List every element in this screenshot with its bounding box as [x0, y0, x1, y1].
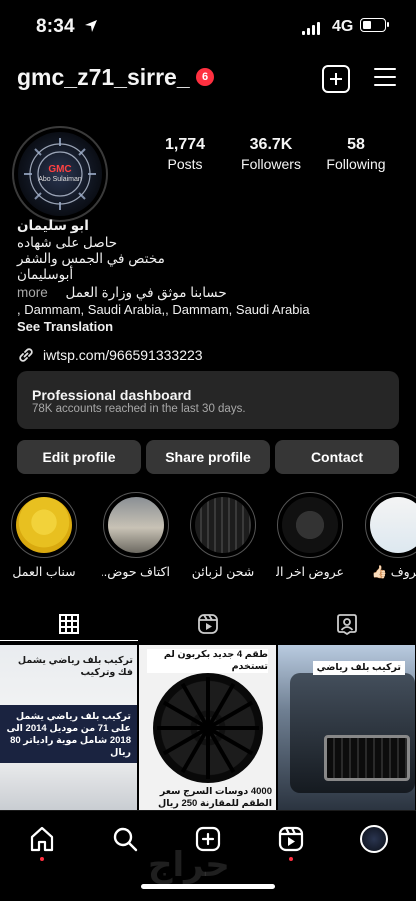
highlight-item[interactable]: عروض اخر السـ... — [276, 492, 344, 579]
bio-line-2: مختص في الجمس والشفر — [17, 251, 165, 266]
highlight-ring — [277, 492, 343, 558]
stat-posts[interactable]: 1,774 Posts — [140, 136, 230, 172]
stat-followers[interactable]: 36.7K Followers — [226, 136, 316, 172]
highlight-cover — [195, 497, 251, 553]
link-chain-icon — [19, 348, 33, 362]
bio-more-link[interactable]: more — [17, 285, 48, 300]
highlight-label: شحن لزبائن — [191, 565, 255, 579]
highlight-ring — [11, 492, 77, 558]
network-type: 4G — [332, 18, 354, 35]
profile-tabs — [0, 604, 416, 644]
avatar-logo-text: GMC — [48, 164, 72, 175]
stat-posts-label: Posts — [167, 156, 203, 172]
tab-grid[interactable] — [0, 604, 138, 644]
plus-square-icon[interactable] — [322, 65, 350, 93]
hamburger-menu-icon[interactable] — [374, 68, 396, 86]
post-thumbnail[interactable]: طقم 4 جديد بكربون لم تستخدم 4000 دوسات ا… — [139, 645, 276, 810]
contact-button[interactable]: Contact — [275, 440, 399, 474]
highlight-ring — [190, 492, 256, 558]
post-caption-top: طقم 4 جديد بكربون لم تستخدم — [147, 649, 268, 673]
highlight-label: عروض اخر السـ... — [276, 565, 344, 579]
post-caption-bottom: 4000 دوسات السرج سعر الطقم للمقارنة 250 … — [157, 786, 272, 809]
notification-badge[interactable]: 6 — [196, 68, 214, 86]
edit-profile-button[interactable]: Edit profile — [17, 440, 141, 474]
highlight-cover — [282, 497, 338, 553]
highlight-label: سناب العمل — [12, 565, 76, 579]
wheel-rim-image — [153, 673, 263, 783]
post-caption-top: تركيب بلف رياضي يشمل فك وتركيب — [17, 655, 133, 678]
highlight-cover — [370, 497, 416, 553]
share-profile-button[interactable]: Share profile — [146, 440, 270, 474]
reels-icon — [198, 614, 218, 634]
stat-posts-value: 1,774 — [164, 136, 206, 153]
tagged-person-icon — [337, 614, 357, 635]
profile-link[interactable]: iwtsp.com/966591333223 — [17, 346, 203, 364]
location-arrow-icon — [85, 20, 97, 32]
home-indicator — [141, 884, 275, 889]
post-caption-bottom: تركيب بلف رياضي يشمل على 71 من موديل 201… — [6, 711, 131, 758]
cellular-signal-icon — [302, 22, 320, 35]
highlight-item[interactable]: حروف 👍🏻 — [364, 492, 416, 580]
highlight-item[interactable]: شحن لزبائن — [189, 492, 257, 579]
battery-icon — [360, 18, 386, 32]
tab-reels[interactable] — [139, 604, 277, 644]
highlight-label: اكتاف حوض... — [102, 565, 170, 579]
profile-name: ابو سليمان — [17, 218, 89, 233]
profile-link-text[interactable]: iwtsp.com/966591333223 — [43, 347, 203, 363]
highlight-cover — [16, 497, 72, 553]
truck-grille — [324, 735, 410, 781]
stat-following-value: 58 — [347, 136, 365, 153]
dashboard-subtitle: 78K accounts reached in the last 30 days… — [32, 403, 246, 415]
truck-image — [290, 673, 415, 793]
highlight-item[interactable]: سناب العمل — [10, 492, 78, 579]
avatar-logo-subtext: Abo Sulaiman — [38, 176, 82, 183]
stat-following[interactable]: 58 Following — [311, 136, 401, 172]
highlight-label: حروف 👍🏻 — [371, 565, 416, 579]
post-thumbnail[interactable]: تركيب بلف رياضي — [278, 645, 415, 810]
highlight-item[interactable]: اكتاف حوض... — [102, 492, 170, 579]
stat-followers-value: 36.7K — [249, 136, 293, 153]
bio-location: , Dammam, Saudi Arabia,, Dammam, Saudi A… — [17, 302, 310, 317]
profile-avatar-icon[interactable] — [360, 825, 388, 853]
stat-followers-label: Followers — [241, 156, 301, 172]
avatar[interactable]: GMC Abo Sulaiman — [18, 132, 102, 216]
battery-cap — [387, 22, 389, 27]
tab-tagged[interactable] — [278, 604, 416, 644]
highlight-ring — [365, 492, 416, 558]
bio-line-3: أبوسليمان — [17, 267, 74, 282]
home-activity-dot — [40, 857, 44, 861]
search-icon[interactable] — [111, 825, 139, 853]
active-tab-indicator — [0, 640, 138, 641]
reels-activity-dot — [289, 857, 293, 861]
stat-following-label: Following — [326, 156, 386, 172]
see-translation-link[interactable]: See Translation — [17, 319, 398, 334]
home-icon[interactable] — [28, 825, 56, 853]
grid-icon — [59, 614, 79, 634]
dashboard-title: Professional dashboard — [32, 387, 192, 403]
haraj-watermark: حراج — [148, 846, 230, 884]
status-time: 8:34 — [36, 16, 75, 37]
bio-line-1: حاصل على شهاده — [17, 235, 118, 250]
post-thumbnail[interactable]: تركيب بلف رياضي يشمل فك وتركيب تركيب بلف… — [0, 645, 137, 810]
reels-icon[interactable] — [277, 825, 305, 853]
professional-dashboard[interactable]: Professional dashboard 78K accounts reac… — [17, 371, 399, 429]
highlight-ring — [103, 492, 169, 558]
profile-username[interactable]: gmc_z71_sirre_ — [17, 64, 190, 91]
bio-more-row: more حسابنا موثق في وزارة العمل — [17, 285, 398, 301]
post-caption-top: تركيب بلف رياضي — [312, 661, 405, 675]
bio-verified-line: حسابنا موثق في وزارة العمل — [65, 285, 227, 300]
highlight-cover — [108, 497, 164, 553]
